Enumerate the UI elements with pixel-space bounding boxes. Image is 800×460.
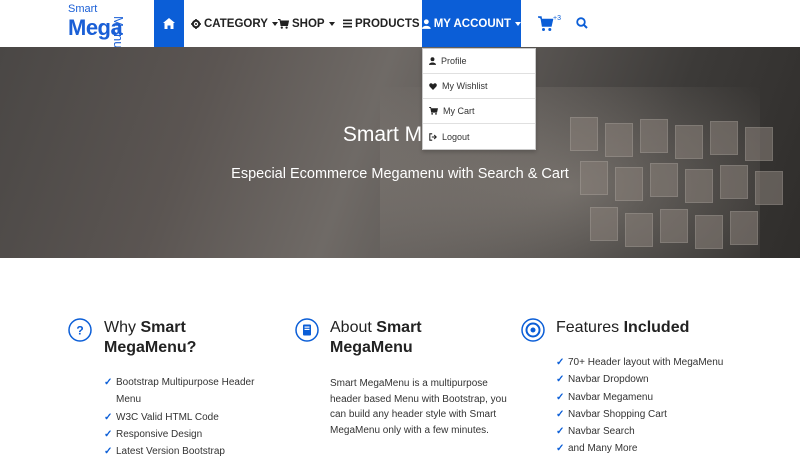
feature-title-plain: Features bbox=[556, 319, 624, 336]
cart-icon bbox=[429, 107, 438, 115]
menu-item-cart[interactable]: My Cart bbox=[423, 99, 535, 124]
list-item: ✓ Navbar Megamenu bbox=[556, 389, 756, 406]
brand-logo[interactable]: Smart Mega Menu bbox=[68, 3, 130, 49]
list-item: ✓ Navbar Shopping Cart bbox=[556, 406, 756, 423]
menu-item-label: Profile bbox=[441, 56, 467, 66]
search-icon[interactable] bbox=[576, 17, 588, 29]
feature-about-text: Smart MegaMenu is a multipurpose header … bbox=[330, 378, 507, 436]
hero-banner: Smart Mega Especial Ecommerce Megamenu w… bbox=[0, 47, 800, 258]
user-icon bbox=[429, 57, 436, 65]
navbar: Smart Mega Menu CATEGORY SHOP PRODUCTS M… bbox=[0, 0, 800, 49]
list-item-text: Navbar Search bbox=[568, 426, 635, 438]
check-icon: ✓ bbox=[104, 428, 113, 440]
svg-text:?: ? bbox=[76, 324, 83, 338]
feature-included-title: Features Included bbox=[556, 318, 756, 338]
feature-title-plain: Why bbox=[104, 319, 141, 336]
list-item-text: and Many More bbox=[568, 443, 638, 455]
cart-icon bbox=[278, 18, 289, 29]
check-icon: ✓ bbox=[556, 391, 565, 403]
user-icon bbox=[422, 18, 431, 29]
list-item: ✓ Latest Version Bootstrap bbox=[104, 443, 274, 460]
hero-title: Smart Mega bbox=[342, 123, 458, 146]
check-icon: ✓ bbox=[556, 408, 565, 420]
feature-included-list: ✓ 70+ Header layout with MegaMenu ✓ Navbar… bbox=[556, 354, 756, 458]
check-icon: ✓ bbox=[556, 357, 565, 368]
feature-title-plain: About bbox=[330, 319, 377, 336]
nav-category[interactable]: CATEGORY bbox=[191, 0, 278, 47]
feature-title-bold: Smart bbox=[140, 319, 186, 336]
list-icon bbox=[343, 19, 352, 28]
check-icon: ✓ bbox=[104, 377, 113, 388]
feature-title-bold: Smart bbox=[376, 319, 422, 336]
nav-products[interactable]: PRODUCTS bbox=[343, 0, 430, 47]
list-item-text: Responsive Design bbox=[116, 428, 203, 440]
list-item-text: 70+ Header layout with MegaMenu bbox=[568, 357, 724, 368]
feature-title-line2: MegaMenu? bbox=[104, 339, 197, 356]
cart-count: 3 bbox=[557, 15, 561, 22]
check-icon: ✓ bbox=[104, 446, 113, 458]
chevron-down-icon bbox=[271, 21, 278, 26]
cart-count-badge: +3 bbox=[553, 15, 561, 22]
nav-home-button[interactable] bbox=[154, 0, 184, 47]
check-icon: ✓ bbox=[556, 426, 565, 438]
feature-title-line2: MegaMenu bbox=[330, 339, 413, 356]
nav-my-account[interactable]: MY ACCOUNT bbox=[422, 0, 521, 47]
menu-item-logout[interactable]: Logout bbox=[423, 124, 535, 149]
book-icon bbox=[295, 318, 319, 342]
feature-title-bold: Included bbox=[623, 319, 690, 336]
target-icon bbox=[521, 318, 545, 342]
list-item-text: W3C Valid HTML Code bbox=[116, 411, 219, 423]
list-item-text: Navbar Dropdown bbox=[568, 374, 649, 386]
nav-shop[interactable]: SHOP bbox=[278, 0, 335, 47]
list-item: ✓ and Many More bbox=[556, 440, 756, 457]
question-circle-icon: ? bbox=[68, 318, 92, 342]
heart-icon bbox=[429, 82, 437, 90]
gear-icon bbox=[191, 18, 201, 29]
list-item-text: Bootstrap Multipurpose Header Menu bbox=[116, 377, 255, 406]
menu-item-label: My Cart bbox=[443, 106, 475, 116]
list-item: ✓ W3C Valid HTML Code bbox=[104, 409, 274, 426]
check-icon: ✓ bbox=[556, 374, 565, 386]
account-dropdown-menu: Profile My Wishlist My Cart Logout bbox=[422, 48, 536, 150]
menu-item-label: Logout bbox=[442, 131, 470, 142]
chevron-down-icon bbox=[515, 21, 521, 26]
feature-why-title: Why Smart MegaMenu? bbox=[104, 318, 264, 358]
brand-line3: Menu bbox=[111, 16, 126, 49]
menu-item-label: My Wishlist bbox=[442, 81, 488, 91]
list-item-text: Navbar Megamenu bbox=[568, 391, 654, 403]
list-item: ✓ Navbar Dropdown bbox=[556, 371, 756, 388]
check-icon: ✓ bbox=[104, 411, 113, 423]
nav-my-account-label: MY ACCOUNT bbox=[433, 17, 511, 30]
list-item: ✓ Bootstrap Multipurpose Header Menu bbox=[104, 374, 274, 409]
brand-line1: Smart bbox=[68, 3, 98, 15]
list-item-text: Navbar Shopping Cart bbox=[568, 408, 667, 420]
menu-item-wishlist[interactable]: My Wishlist bbox=[423, 74, 535, 99]
list-item: ✓ Responsive Design bbox=[104, 426, 274, 443]
nav-category-label: CATEGORY bbox=[204, 17, 268, 30]
home-icon bbox=[163, 18, 175, 29]
list-item: ✓ Navbar Search bbox=[556, 423, 756, 440]
list-item-text: Latest Version Bootstrap bbox=[116, 446, 225, 458]
feature-about-title: About Smart MegaMenu bbox=[330, 318, 500, 358]
menu-item-profile[interactable]: Profile bbox=[423, 49, 535, 74]
check-icon: ✓ bbox=[556, 443, 565, 455]
nav-shop-label: SHOP bbox=[292, 17, 325, 30]
feature-why-list: ✓ Bootstrap Multipurpose Header Menu ✓ W3C… bbox=[104, 374, 274, 460]
hero-subtitle: Especial Ecommerce Megamenu with Search … bbox=[231, 166, 569, 182]
nav-products-label: PRODUCTS bbox=[355, 17, 420, 30]
chevron-down-icon bbox=[328, 21, 335, 26]
logout-icon bbox=[429, 132, 437, 141]
list-item: ✓ 70+ Header layout with MegaMenu bbox=[556, 354, 756, 371]
